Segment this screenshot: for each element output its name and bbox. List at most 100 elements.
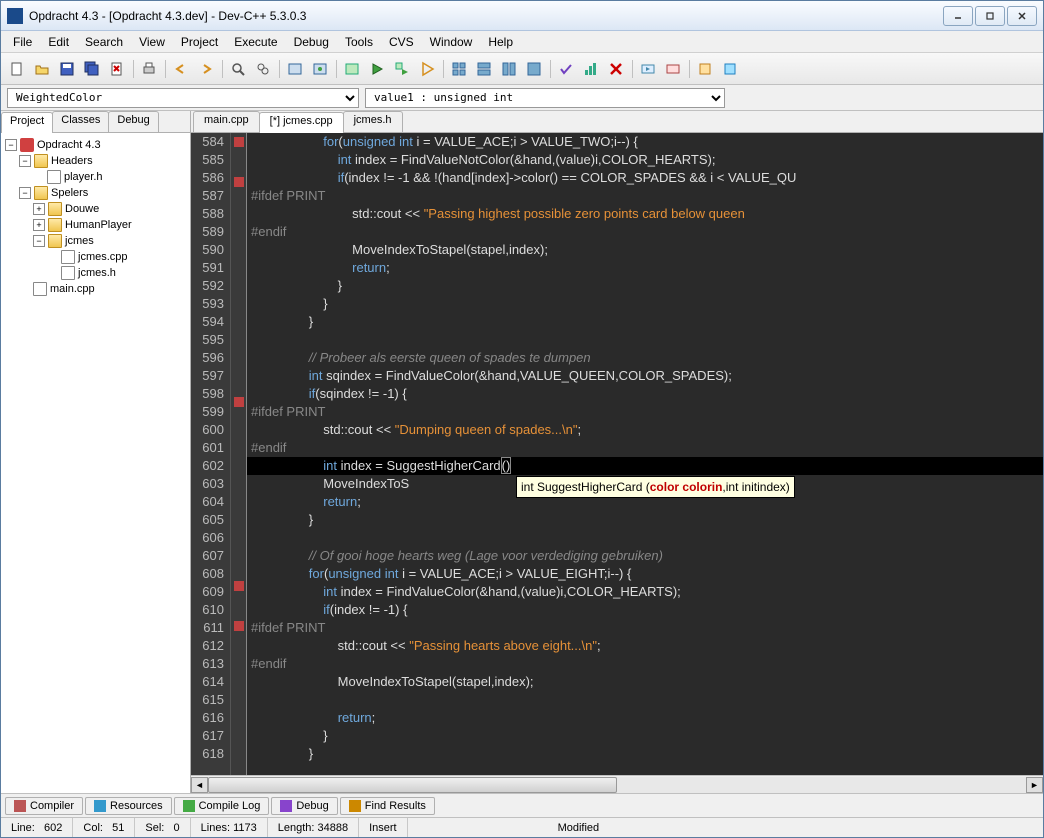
code-line[interactable]: return; — [247, 709, 1043, 727]
code-line[interactable]: #ifdef PRINT — [247, 403, 1043, 421]
bookmark-button[interactable] — [308, 57, 332, 81]
scroll-thumb[interactable] — [208, 777, 617, 793]
compile-button[interactable] — [340, 57, 364, 81]
redo-button[interactable] — [194, 57, 218, 81]
compile-run-button[interactable] — [390, 57, 414, 81]
grid3-button[interactable] — [497, 57, 521, 81]
collapse-icon[interactable]: − — [19, 155, 31, 167]
collapse-icon[interactable]: − — [19, 187, 31, 199]
code-line[interactable]: #endif — [247, 223, 1043, 241]
tree-file[interactable]: jcmes.cpp — [5, 249, 186, 265]
replace-button[interactable] — [251, 57, 275, 81]
code-editor[interactable]: 5845855865875885895905915925935945955965… — [191, 133, 1043, 775]
tree-file-main[interactable]: main.cpp — [5, 281, 186, 297]
panel-tab-project[interactable]: Project — [1, 112, 53, 133]
goto-line-button[interactable] — [283, 57, 307, 81]
code-line[interactable]: } — [247, 277, 1043, 295]
stop-button[interactable] — [604, 57, 628, 81]
collapse-icon[interactable]: − — [5, 139, 17, 151]
fold-toggle[interactable] — [234, 137, 244, 147]
code-line[interactable]: int index = FindValueNotColor(&hand,(val… — [247, 151, 1043, 169]
minimize-button[interactable] — [943, 6, 973, 26]
code-area[interactable]: for(unsigned int i = VALUE_ACE;i > VALUE… — [247, 133, 1043, 775]
maximize-button[interactable] — [975, 6, 1005, 26]
open-button[interactable] — [30, 57, 54, 81]
menu-cvs[interactable]: CVS — [381, 33, 422, 51]
code-line[interactable]: #endif — [247, 655, 1043, 673]
panel-tab-classes[interactable]: Classes — [52, 111, 109, 132]
menu-help[interactable]: Help — [480, 33, 521, 51]
debug-check-button[interactable] — [554, 57, 578, 81]
profile-button[interactable] — [579, 57, 603, 81]
output-tab-find-results[interactable]: Find Results — [340, 797, 435, 815]
grid2-button[interactable] — [472, 57, 496, 81]
line-gutter[interactable]: 5845855865875885895905915925935945955965… — [191, 133, 231, 775]
fold-toggle[interactable] — [234, 581, 244, 591]
code-line[interactable]: MoveIndexToStapel(stapel,index); — [247, 673, 1043, 691]
code-line[interactable]: // Probeer als eerste queen of spades te… — [247, 349, 1043, 367]
editor-tab[interactable]: main.cpp — [193, 111, 260, 132]
menu-file[interactable]: File — [5, 33, 40, 51]
menu-debug[interactable]: Debug — [286, 33, 337, 51]
editor-tab[interactable]: jcmes.h — [343, 111, 403, 132]
code-line[interactable]: std::cout << "Dumping queen of spades...… — [247, 421, 1043, 439]
member-combo[interactable]: value1 : unsigned int — [365, 88, 725, 108]
code-line[interactable]: for(unsigned int i = VALUE_ACE;i > VALUE… — [247, 565, 1043, 583]
editor-tab[interactable]: [*] jcmes.cpp — [259, 112, 344, 133]
output-tab-resources[interactable]: Resources — [85, 797, 172, 815]
menu-project[interactable]: Project — [173, 33, 226, 51]
menu-view[interactable]: View — [131, 33, 173, 51]
tree-file[interactable]: jcmes.h — [5, 265, 186, 281]
collapse-icon[interactable]: − — [33, 235, 45, 247]
code-line[interactable]: int index = FindValueColor(&hand,(value)… — [247, 583, 1043, 601]
new-file-button[interactable] — [5, 57, 29, 81]
code-line[interactable]: #ifdef PRINT — [247, 619, 1043, 637]
fold-toggle[interactable] — [234, 177, 244, 187]
tree-folder-headers[interactable]: −Headers — [5, 153, 186, 169]
code-line[interactable]: } — [247, 313, 1043, 331]
output-tab-compile-log[interactable]: Compile Log — [174, 797, 270, 815]
fold-toggle[interactable] — [234, 621, 244, 631]
tree-file[interactable]: player.h — [5, 169, 186, 185]
undo-button[interactable] — [169, 57, 193, 81]
horizontal-scrollbar[interactable]: ◄ ► — [191, 775, 1043, 793]
code-line[interactable]: std::cout << "Passing hearts above eight… — [247, 637, 1043, 655]
save-button[interactable] — [55, 57, 79, 81]
new-class-button[interactable] — [693, 57, 717, 81]
output-tab-compiler[interactable]: Compiler — [5, 797, 83, 815]
expand-icon[interactable]: + — [33, 203, 45, 215]
project-tree[interactable]: −Opdracht 4.3 −Headers player.h −Spelers… — [1, 133, 190, 793]
code-line[interactable]: // Of gooi hoge hearts weg (Lage voor ve… — [247, 547, 1043, 565]
tree-folder-spelers[interactable]: −Spelers — [5, 185, 186, 201]
code-line[interactable]: } — [247, 295, 1043, 313]
expand-icon[interactable]: + — [33, 219, 45, 231]
menu-edit[interactable]: Edit — [40, 33, 77, 51]
class-combo[interactable]: WeightedColor — [7, 88, 359, 108]
help-button[interactable] — [718, 57, 742, 81]
print-button[interactable] — [137, 57, 161, 81]
code-line[interactable]: } — [247, 727, 1043, 745]
tree-folder-douwe[interactable]: +Douwe — [5, 201, 186, 217]
code-line[interactable]: return; — [247, 259, 1043, 277]
close-button[interactable] — [1007, 6, 1037, 26]
fold-column[interactable] — [231, 133, 247, 775]
code-line[interactable]: int index = SuggestHigherCard() — [247, 457, 1043, 475]
fold-toggle[interactable] — [234, 397, 244, 407]
find-button[interactable] — [226, 57, 250, 81]
code-line[interactable]: } — [247, 745, 1043, 763]
grid4-button[interactable] — [522, 57, 546, 81]
tool2-button[interactable] — [661, 57, 685, 81]
menu-tools[interactable]: Tools — [337, 33, 381, 51]
menu-execute[interactable]: Execute — [226, 33, 285, 51]
tool1-button[interactable] — [636, 57, 660, 81]
save-all-button[interactable] — [80, 57, 104, 81]
code-line[interactable]: MoveIndexToStapel(stapel,index); — [247, 241, 1043, 259]
rebuild-button[interactable] — [415, 57, 439, 81]
code-line[interactable]: for(unsigned int i = VALUE_ACE;i > VALUE… — [247, 133, 1043, 151]
code-line[interactable]: if(index != -1) { — [247, 601, 1043, 619]
code-line[interactable] — [247, 331, 1043, 349]
panel-tab-debug[interactable]: Debug — [108, 111, 158, 132]
menu-search[interactable]: Search — [77, 33, 131, 51]
code-line[interactable]: #ifdef PRINT — [247, 187, 1043, 205]
code-line[interactable]: if(index != -1 && !(hand[index]->color()… — [247, 169, 1043, 187]
